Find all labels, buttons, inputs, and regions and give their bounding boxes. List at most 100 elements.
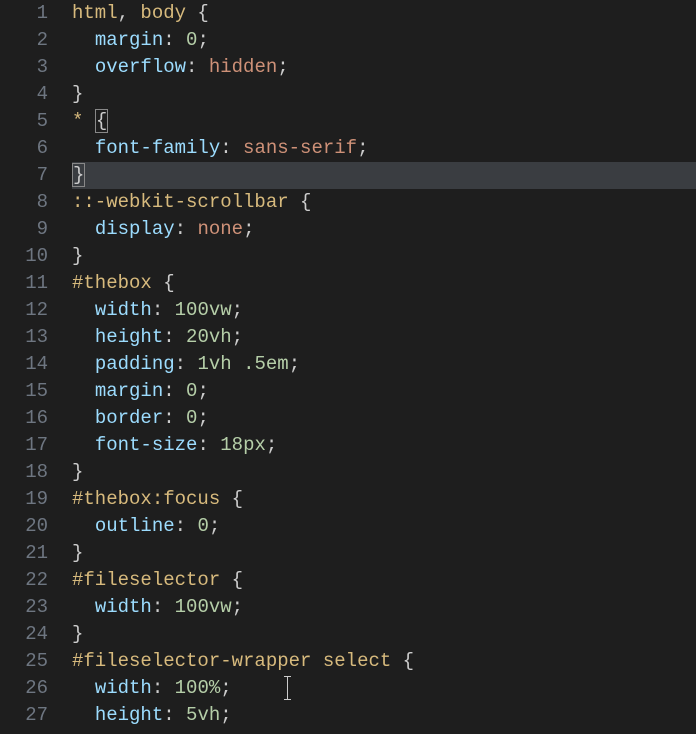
code-line[interactable]: border: 0; <box>72 405 696 432</box>
token-punc: : <box>175 515 198 537</box>
token-prop: width <box>95 677 152 699</box>
token-punc: ; <box>277 56 288 78</box>
token-val: none <box>197 218 243 240</box>
indent-guide <box>72 407 95 429</box>
token-punc: : <box>220 137 243 159</box>
indent-guide <box>72 299 95 321</box>
token-punc: ; <box>232 596 243 618</box>
code-line[interactable]: } <box>72 162 696 189</box>
token-num: vh <box>209 353 232 375</box>
line-number: 7 <box>0 162 48 189</box>
code-line[interactable]: margin: 0; <box>72 378 696 405</box>
token-val: sans-serif <box>243 137 357 159</box>
token-punc: } <box>72 83 83 105</box>
token-sel: html <box>72 2 118 24</box>
token-punc: } <box>72 461 83 483</box>
line-number: 3 <box>0 54 48 81</box>
token-sel: #fileselector <box>72 569 220 591</box>
token-punc: { <box>220 569 243 591</box>
token-punc: { <box>186 2 209 24</box>
line-number: 15 <box>0 378 48 405</box>
code-line[interactable]: display: none; <box>72 216 696 243</box>
code-line[interactable]: } <box>72 459 696 486</box>
code-line[interactable]: * { <box>72 108 696 135</box>
indent-guide <box>72 29 95 51</box>
token-prop: height <box>95 326 163 348</box>
code-line[interactable]: #thebox:focus { <box>72 486 696 513</box>
token-prop: border <box>95 407 163 429</box>
code-editor[interactable]: 1234567891011121314151617181920212223242… <box>0 0 696 734</box>
code-line[interactable]: width: 100vw; <box>72 297 696 324</box>
line-number: 16 <box>0 405 48 432</box>
code-line[interactable]: font-family: sans-serif; <box>72 135 696 162</box>
code-line[interactable]: height: 5vh; <box>72 702 696 729</box>
token-prop: padding <box>95 353 175 375</box>
line-number: 1 <box>0 0 48 27</box>
bracket-match: { <box>95 109 108 133</box>
code-line[interactable]: outline: 0; <box>72 513 696 540</box>
line-number: 10 <box>0 243 48 270</box>
token-num: 0 <box>186 407 197 429</box>
token-punc: ; <box>197 380 208 402</box>
indent-guide <box>72 596 95 618</box>
token-num: vw <box>209 299 232 321</box>
line-number: 24 <box>0 621 48 648</box>
code-line[interactable]: overflow: hidden; <box>72 54 696 81</box>
token-prop: font-family <box>95 137 220 159</box>
line-number: 5 <box>0 108 48 135</box>
token-punc: ; <box>220 704 231 726</box>
code-line[interactable]: font-size: 18px; <box>72 432 696 459</box>
line-number: 4 <box>0 81 48 108</box>
code-line[interactable]: } <box>72 540 696 567</box>
token-punc <box>83 110 94 132</box>
indent-guide <box>72 677 95 699</box>
code-line[interactable]: #thebox { <box>72 270 696 297</box>
token-num: 18 <box>220 434 243 456</box>
token-prop: display <box>95 218 175 240</box>
token-num: 0 <box>197 515 208 537</box>
code-line[interactable]: } <box>72 621 696 648</box>
token-punc: ; <box>232 299 243 321</box>
token-sel: #thebox <box>72 488 152 510</box>
line-number: 17 <box>0 432 48 459</box>
code-line[interactable]: width: 100%; <box>72 675 696 702</box>
token-pseudo: :focus <box>152 488 220 510</box>
token-punc: : <box>163 704 186 726</box>
code-line[interactable]: ::-webkit-scrollbar { <box>72 189 696 216</box>
token-punc: ; <box>266 434 277 456</box>
token-num: 100 <box>175 299 209 321</box>
token-punc: } <box>72 245 83 267</box>
indent-guide <box>72 704 95 726</box>
token-num: 20 <box>186 326 209 348</box>
bracket-match: } <box>72 163 85 187</box>
code-line[interactable]: padding: 1vh .5em; <box>72 351 696 378</box>
code-line[interactable]: width: 100vw; <box>72 594 696 621</box>
token-num: vh <box>197 704 220 726</box>
line-number: 20 <box>0 513 48 540</box>
token-punc: ; <box>243 218 254 240</box>
token-punc: { <box>152 272 175 294</box>
code-line[interactable]: margin: 0; <box>72 27 696 54</box>
line-number-gutter: 1234567891011121314151617181920212223242… <box>0 0 72 734</box>
token-num: 0 <box>186 29 197 51</box>
token-punc: : <box>152 299 175 321</box>
code-area[interactable]: html, body { margin: 0; overflow: hidden… <box>72 0 696 734</box>
line-number: 13 <box>0 324 48 351</box>
code-line[interactable]: html, body { <box>72 0 696 27</box>
token-punc <box>232 353 243 375</box>
token-punc: ; <box>232 326 243 348</box>
token-num: .5 <box>243 353 266 375</box>
line-number: 12 <box>0 297 48 324</box>
indent-guide <box>72 218 95 240</box>
indent-guide <box>72 56 95 78</box>
line-number: 19 <box>0 486 48 513</box>
token-punc: : <box>163 380 186 402</box>
code-line[interactable]: } <box>72 243 696 270</box>
code-line[interactable]: #fileselector { <box>72 567 696 594</box>
code-line[interactable]: #fileselector-wrapper select { <box>72 648 696 675</box>
code-line[interactable]: } <box>72 81 696 108</box>
indent-guide <box>72 137 95 159</box>
token-sel: #fileselector-wrapper <box>72 650 311 672</box>
token-prop: margin <box>95 29 163 51</box>
code-line[interactable]: height: 20vh; <box>72 324 696 351</box>
